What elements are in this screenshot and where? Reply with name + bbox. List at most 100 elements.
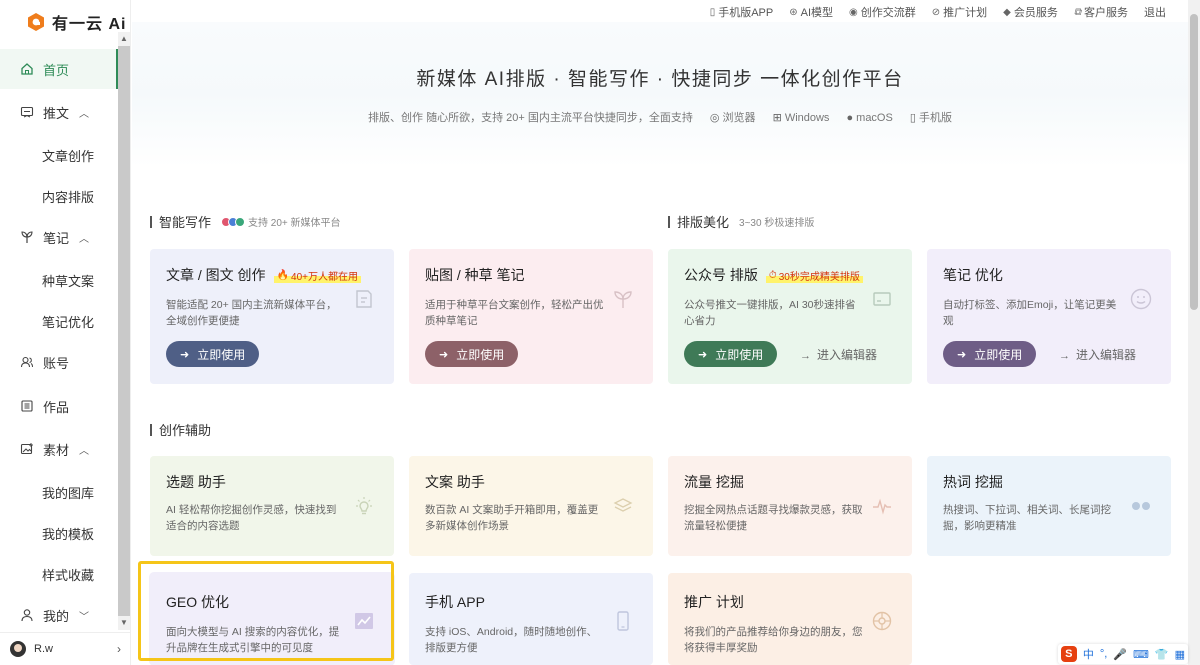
card-desc: 支持 iOS、Android，随时随地创作、排版更方便 xyxy=(425,626,598,654)
scroll-up-arrow[interactable]: ▲ xyxy=(118,32,130,46)
hot-badge: 🔥 40+万人都在用 xyxy=(273,267,361,283)
card-copy-assistant[interactable]: 文案 助手 数百款 AI 文案助手开箱即用，覆盖更多新媒体创作场景 xyxy=(409,456,653,556)
section-smart-writing: 智能写作 支持 20+ 新媒体平台 xyxy=(150,212,341,231)
section-title: 智能写作 xyxy=(159,215,212,230)
arrow-right-icon: → xyxy=(1059,350,1070,362)
sprout-icon xyxy=(20,230,34,244)
keyboard-icon[interactable]: ⌨ xyxy=(1133,648,1149,661)
card-hotword-mining[interactable]: 热词 挖掘 热搜词、下拉词、相关词、长尾词挖掘，影响更精准 xyxy=(927,456,1171,556)
reward-icon xyxy=(870,609,894,633)
user-menu[interactable]: R.w › xyxy=(0,632,131,665)
card-desc: 公众号推文一键排版，AI 30秒速排省心省力 xyxy=(684,299,856,327)
pulse-icon xyxy=(870,494,894,518)
card-topic-assistant[interactable]: 选题 助手 AI 轻松帮你挖掘创作灵感，快速找到适合的内容选题 xyxy=(150,456,394,556)
top-link-service[interactable]: ⧉ 客户服务 xyxy=(1074,4,1128,20)
card-traffic-mining[interactable]: 流量 挖掘 挖掘全网热点话题寻找爆款灵感，获取流量轻松便捷 xyxy=(668,456,912,556)
top-link-promotion[interactable]: ⊘ 推广计划 xyxy=(932,4,987,20)
sidebar-item-label: 作品 xyxy=(43,399,70,415)
home-icon xyxy=(20,62,34,76)
card-note-optimize[interactable]: 笔记 优化 自动打标签、添加Emoji，让笔记更美观 ➜ 立即使用 → 进入编辑器 xyxy=(927,249,1171,384)
sidebar-item-home[interactable]: 首页 xyxy=(0,49,118,89)
platform-mobile: ▯ 手机版 xyxy=(909,112,952,124)
service-icon: ⧉ xyxy=(1073,6,1081,18)
logout-link[interactable]: 退出 xyxy=(1144,4,1166,20)
top-link-community[interactable]: ◉ 创作交流群 xyxy=(849,4,916,20)
sidebar-item-seeding-copy[interactable]: 种草文案 xyxy=(42,271,94,290)
mic-icon[interactable]: 🎤 xyxy=(1113,648,1127,661)
card-title: 选题 助手 xyxy=(166,474,226,490)
ime-mode[interactable]: 中 xyxy=(1083,646,1094,662)
card-mobile-app[interactable]: 手机 APP 支持 iOS、Android，随时随地创作、排版更方便 xyxy=(409,573,653,665)
sidebar-item-tuiwen[interactable]: 推文 ︿ xyxy=(0,92,118,132)
arrow-right-icon: ➜ xyxy=(180,348,190,361)
use-now-button[interactable]: ➜ 立即使用 xyxy=(166,341,260,367)
sidebar-item-content-layout[interactable]: 内容排版 xyxy=(42,187,94,206)
sidebar-item-works[interactable]: 作品 xyxy=(0,386,118,426)
card-wechat-layout[interactable]: 公众号 排版 ⏱ 30秒完成精美排版 公众号推文一键排版，AI 30秒速排省心省力… xyxy=(668,249,912,384)
punctuation-icon[interactable]: °, xyxy=(1100,648,1107,660)
card-note-create[interactable]: 贴图 / 种草 笔记 适用于种草平台文案创作，轻松产出优质种草笔记 ➜ 立即使用 xyxy=(409,249,653,384)
card-desc: 挖掘全网热点话题寻找爆款灵感，获取流量轻松便捷 xyxy=(684,504,863,532)
scrollbar-thumb[interactable] xyxy=(1190,14,1198,310)
top-link-membership[interactable]: ◆ 会员服务 xyxy=(1003,4,1058,20)
sidebar-item-mine[interactable]: 我的 ﹀ xyxy=(0,595,118,635)
section-title: 排版美化 xyxy=(677,215,730,230)
sidebar-item-notes[interactable]: 笔记 ︿ xyxy=(0,217,118,257)
card-desc: 自动打标签、添加Emoji，让笔记更美观 xyxy=(943,299,1117,327)
article-icon xyxy=(20,105,34,119)
user-icon xyxy=(20,608,34,622)
sidebar-scrollbar[interactable] xyxy=(118,46,130,630)
skin-icon[interactable]: 👕 xyxy=(1155,648,1169,661)
top-link-ai-model[interactable]: ⊛ AI模型 xyxy=(789,4,833,20)
sidebar-item-material[interactable]: 素材 ︿ xyxy=(0,429,118,469)
sidebar-item-label: 素材 xyxy=(43,442,70,458)
sidebar-item-label: 推文 xyxy=(43,105,70,121)
page-scrollbar[interactable] xyxy=(1188,0,1200,665)
hero-banner: 新媒体 AI排版 · 智能写作 · 快捷同步 一体化创作平台 排版、创作 随心所… xyxy=(132,22,1188,167)
platform-dots-icon xyxy=(221,216,246,227)
ime-toolbar[interactable]: S 中 °, 🎤 ⌨ 👕 ▦ xyxy=(1057,644,1188,664)
card-desc: 适用于种草平台文案创作，轻松产出优质种草笔记 xyxy=(425,299,604,327)
sidebar-item-account[interactable]: 账号 xyxy=(0,342,118,382)
card-title: 推广 计划 xyxy=(684,594,744,610)
sidebar-item-note-optimize[interactable]: 笔记优化 xyxy=(42,312,94,331)
use-now-button[interactable]: ➜ 立即使用 xyxy=(425,341,519,367)
sogou-icon: S xyxy=(1060,646,1077,662)
sidebar-item-style-favorites[interactable]: 样式收藏 xyxy=(42,565,94,584)
card-title: 热词 挖掘 xyxy=(943,474,1003,490)
section-note-text: 支持 20+ 新媒体平台 xyxy=(248,218,341,229)
platform-windows: ⊞ Windows xyxy=(772,112,830,124)
top-link-app[interactable]: ▯ 手机版APP xyxy=(710,4,774,20)
card-desc: 智能适配 20+ 国内主流新媒体平台，全域创作更便捷 xyxy=(166,299,337,327)
use-now-button[interactable]: ➜ 立即使用 xyxy=(943,341,1037,367)
section-note: 支持 20+ 新媒体平台 xyxy=(221,214,341,229)
hero-title: 新媒体 AI排版 · 智能写作 · 快捷同步 一体化创作平台 xyxy=(416,69,904,90)
avatar xyxy=(10,641,26,657)
sidebar-item-label: 我的 xyxy=(43,608,70,624)
hero-subtitle-text: 排版、创作 随心所欲，支持 20+ 国内主流平台快捷同步，全面支持 xyxy=(368,112,693,124)
card-article-create[interactable]: 文章 / 图文 创作 🔥 40+万人都在用 智能适配 20+ 国内主流新媒体平台，… xyxy=(150,249,394,384)
sidebar-item-label: 首页 xyxy=(43,62,70,78)
open-editor-link[interactable]: → 进入编辑器 xyxy=(1059,346,1136,363)
phone-icon xyxy=(611,609,635,633)
card-promotion-plan[interactable]: 推广 计划 将我们的产品推荐给你身边的朋友，您将获得丰厚奖励 xyxy=(668,573,912,665)
sidebar-item-my-templates[interactable]: 我的模板 xyxy=(42,524,94,543)
use-now-button[interactable]: ➜ 立即使用 xyxy=(684,341,778,367)
scroll-down-arrow[interactable]: ▼ xyxy=(118,616,130,630)
phone-icon: ▯ xyxy=(709,6,716,18)
chevron-up-icon: ︿ xyxy=(79,445,90,457)
logo[interactable]: 有一云 Ai xyxy=(26,10,126,34)
open-editor-link[interactable]: → 进入编辑器 xyxy=(800,346,877,363)
card-title: 文案 助手 xyxy=(425,474,485,490)
sidebar-item-label: 笔记 xyxy=(43,230,70,246)
chat-icon: ◉ xyxy=(849,6,858,18)
arrow-right-icon: ➜ xyxy=(698,348,708,361)
browser-icon: ◎ xyxy=(709,112,720,124)
grid-icon[interactable]: ▦ xyxy=(1175,648,1185,661)
logo-text: 有一云 Ai xyxy=(52,16,127,33)
arrow-right-icon: ➜ xyxy=(439,348,449,361)
sidebar-item-my-gallery[interactable]: 我的图库 xyxy=(42,483,94,502)
dots-icon xyxy=(1129,494,1153,518)
sidebar-item-article-create[interactable]: 文章创作 xyxy=(42,146,94,165)
ai-model-icon: ⊛ xyxy=(789,6,798,18)
